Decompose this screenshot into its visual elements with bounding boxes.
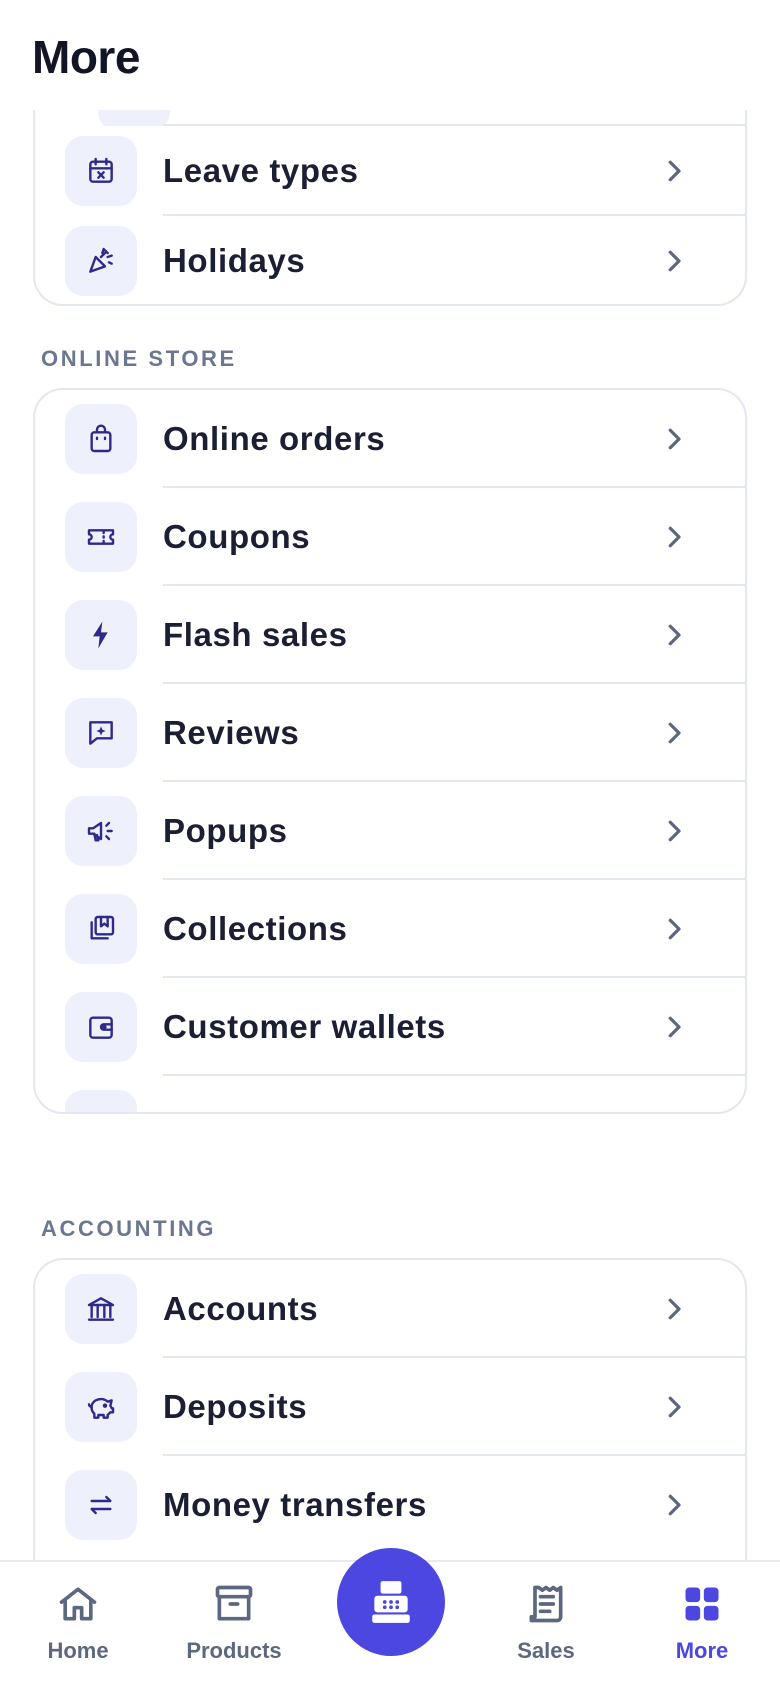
chevron-right-icon <box>668 820 681 842</box>
row-leave-types[interactable]: Leave types <box>35 126 745 216</box>
bottom-nav: Home Products Sales More <box>0 1548 780 1688</box>
nav-home[interactable]: Home <box>8 1582 148 1682</box>
chevron-right-icon <box>668 1016 681 1038</box>
row-label: Customer wallets <box>163 1008 446 1045</box>
section-title-online-store: ONLINE STORE <box>41 346 237 371</box>
row-label: Online orders <box>163 420 386 457</box>
pos-register-button[interactable] <box>337 1548 445 1656</box>
row-deposits[interactable]: Deposits <box>35 1358 745 1456</box>
row-label: Reviews <box>163 714 300 751</box>
row-money-transfers[interactable]: Money transfers <box>35 1456 745 1554</box>
gift-card-icon <box>65 1090 137 1112</box>
message-star-icon <box>65 698 137 768</box>
row-label: Coupons <box>163 518 311 555</box>
nav-products-label: Products <box>186 1638 282 1663</box>
archive-box-icon <box>215 1585 253 1621</box>
shopping-bag-icon <box>65 404 137 474</box>
row-online-orders[interactable]: Online orders <box>35 390 745 488</box>
row-label: Flash sales <box>163 616 348 653</box>
party-popper-icon <box>65 226 137 296</box>
cash-register-icon <box>372 1581 410 1623</box>
page-title: More <box>32 31 140 83</box>
nav-products[interactable]: Products <box>164 1582 304 1682</box>
hr-card-rows: Leave types Holidays <box>33 126 747 306</box>
chevron-right-icon <box>668 1494 681 1516</box>
accounting-card: Accounts Deposits Money transfers <box>33 1258 747 1560</box>
row-label: Money transfers <box>163 1486 427 1523</box>
calendar-x-icon <box>65 136 137 206</box>
nav-home-label: Home <box>47 1638 109 1663</box>
row-flash-sales[interactable]: Flash sales <box>35 586 745 684</box>
chevron-right-icon <box>668 250 681 272</box>
bank-icon <box>65 1274 137 1344</box>
chevron-right-icon <box>668 526 681 548</box>
row-reviews[interactable]: Reviews <box>35 684 745 782</box>
row-loyalty-redemptions[interactable]: Loyalty redemptions <box>35 1076 745 1114</box>
lightning-icon <box>65 600 137 670</box>
row-collections[interactable]: Collections <box>35 880 745 978</box>
transfer-arrows-icon <box>65 1470 137 1540</box>
row-holidays[interactable]: Holidays <box>35 216 745 304</box>
receipt-icon <box>529 1585 563 1623</box>
home-icon <box>59 1587 97 1621</box>
row-accounts[interactable]: Accounts <box>35 1260 745 1358</box>
more-screen: More Leave types Holidays ONLINE STORE O… <box>0 0 780 1688</box>
chevron-right-icon <box>668 428 681 450</box>
row-label: Deposits <box>163 1388 308 1425</box>
row-label: Loyalty redemptions <box>163 1076 497 1112</box>
nav-sales[interactable]: Sales <box>476 1582 616 1682</box>
piggy-bank-icon <box>65 1372 137 1442</box>
row-customer-wallets[interactable]: Customer wallets <box>35 978 745 1076</box>
row-coupons[interactable]: Coupons <box>35 488 745 586</box>
row-label: Accounts <box>163 1290 319 1327</box>
bookmark-stack-icon <box>65 894 137 964</box>
chevron-right-icon <box>668 918 681 940</box>
megaphone-icon <box>65 796 137 866</box>
online-store-card: Online orders Coupons Flash sales Review… <box>33 388 747 1114</box>
row-label: Collections <box>163 910 348 947</box>
nav-more[interactable]: More <box>632 1582 772 1682</box>
more-list[interactable]: Leave types Holidays ONLINE STORE Online… <box>0 110 780 1560</box>
row-label: Leave types <box>163 152 359 189</box>
nav-more-label: More <box>675 1638 729 1663</box>
row-label: Popups <box>163 812 288 849</box>
ticket-icon <box>65 502 137 572</box>
chevron-right-icon <box>668 1396 681 1418</box>
row-label: Holidays <box>163 242 306 279</box>
chevron-right-icon <box>668 722 681 744</box>
grid-icon <box>685 1587 719 1621</box>
section-title-accounting: ACCOUNTING <box>41 1216 217 1241</box>
chevron-right-icon <box>668 160 681 182</box>
chevron-right-icon <box>668 1298 681 1320</box>
nav-sales-label: Sales <box>517 1638 575 1663</box>
row-popups[interactable]: Popups <box>35 782 745 880</box>
wallet-icon <box>65 992 137 1062</box>
chevron-right-icon <box>668 624 681 646</box>
chevron-right-icon <box>659 1110 689 1114</box>
